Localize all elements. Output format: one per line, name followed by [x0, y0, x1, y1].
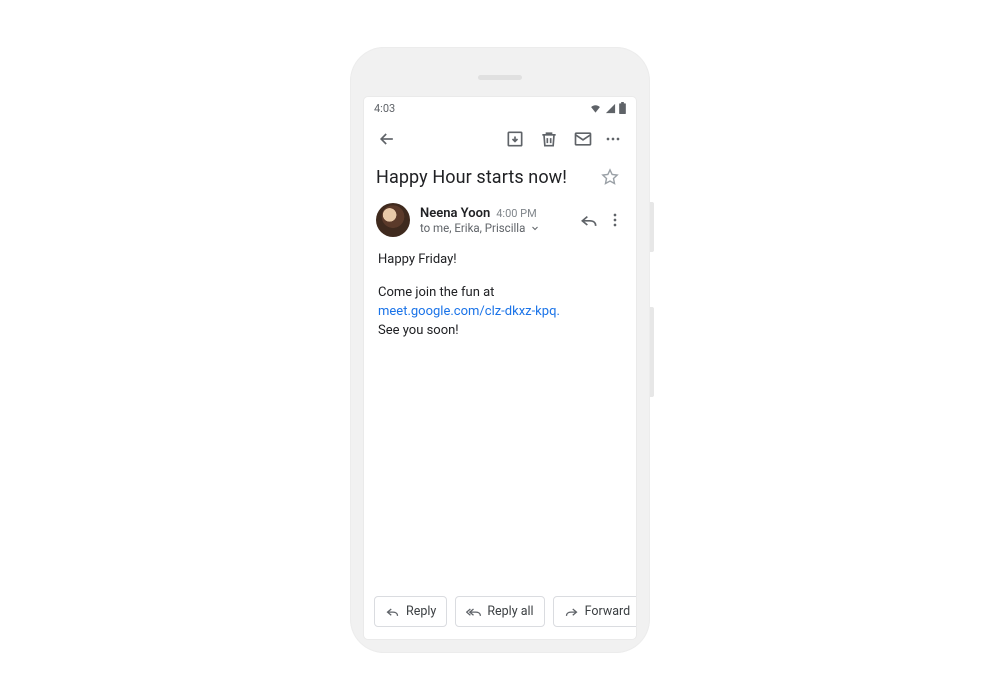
reply-all-button[interactable]: Reply all — [455, 596, 544, 627]
more-horiz-icon — [603, 129, 623, 149]
message-more-button[interactable] — [604, 203, 626, 237]
body-text: Come join the fun at — [378, 285, 494, 300]
reply-label: Reply — [406, 604, 436, 619]
back-button[interactable] — [370, 122, 404, 156]
app-bar — [364, 119, 636, 159]
reply-all-label: Reply all — [487, 604, 533, 619]
wifi-icon — [589, 103, 602, 114]
mark-unread-button[interactable] — [566, 122, 600, 156]
reply-all-icon — [466, 604, 481, 619]
sender-meta[interactable]: Neena Yoon 4:00 PM to me, Erika, Priscil… — [420, 206, 564, 235]
recipients-line[interactable]: to me, Erika, Priscilla — [420, 221, 564, 235]
star-outline-icon — [600, 167, 620, 187]
status-icons — [589, 102, 626, 114]
sender-name: Neena Yoon — [420, 206, 490, 221]
phone-frame: 4:03 — [350, 47, 650, 653]
sender-row: Neena Yoon 4:00 PM to me, Erika, Priscil… — [364, 199, 636, 239]
reply-button[interactable]: Reply — [374, 596, 447, 627]
archive-icon — [505, 129, 525, 149]
arrow-back-icon — [377, 129, 397, 149]
reply-icon — [385, 604, 400, 619]
sender-avatar[interactable] — [376, 203, 410, 237]
forward-icon — [564, 604, 579, 619]
archive-button[interactable] — [498, 122, 532, 156]
star-button[interactable] — [596, 163, 624, 191]
battery-icon — [619, 102, 626, 114]
body-closing: See you soon! — [378, 323, 459, 338]
body-greeting: Happy Friday! — [378, 251, 622, 270]
reply-icon-button[interactable] — [574, 203, 604, 237]
cellular-icon — [605, 103, 616, 114]
bottom-actions: Reply Reply all Forward — [364, 586, 636, 639]
subject-row: Happy Hour starts now! — [364, 159, 636, 199]
meeting-link[interactable]: meet.google.com/clz-dkxz-kpq. — [378, 304, 560, 319]
forward-label: Forward — [585, 604, 631, 619]
status-bar: 4:03 — [364, 97, 636, 119]
email-subject: Happy Hour starts now! — [376, 167, 588, 188]
more-vert-icon — [605, 210, 625, 230]
chevron-down-icon — [529, 222, 541, 234]
reply-icon — [579, 210, 599, 230]
mail-icon — [573, 129, 593, 149]
more-button[interactable] — [600, 122, 626, 156]
trash-icon — [539, 129, 559, 149]
email-body: Happy Friday! Come join the fun at meet.… — [364, 239, 636, 586]
forward-button[interactable]: Forward — [553, 596, 636, 627]
delete-button[interactable] — [532, 122, 566, 156]
phone-side-button — [650, 202, 654, 252]
recipients-text: to me, Erika, Priscilla — [420, 221, 525, 235]
screen: 4:03 — [364, 97, 636, 639]
phone-side-button — [650, 307, 654, 397]
phone-speaker — [478, 75, 522, 80]
status-time: 4:03 — [374, 102, 395, 115]
sender-time: 4:00 PM — [496, 207, 536, 220]
body-paragraph: Come join the fun at meet.google.com/clz… — [378, 284, 622, 341]
